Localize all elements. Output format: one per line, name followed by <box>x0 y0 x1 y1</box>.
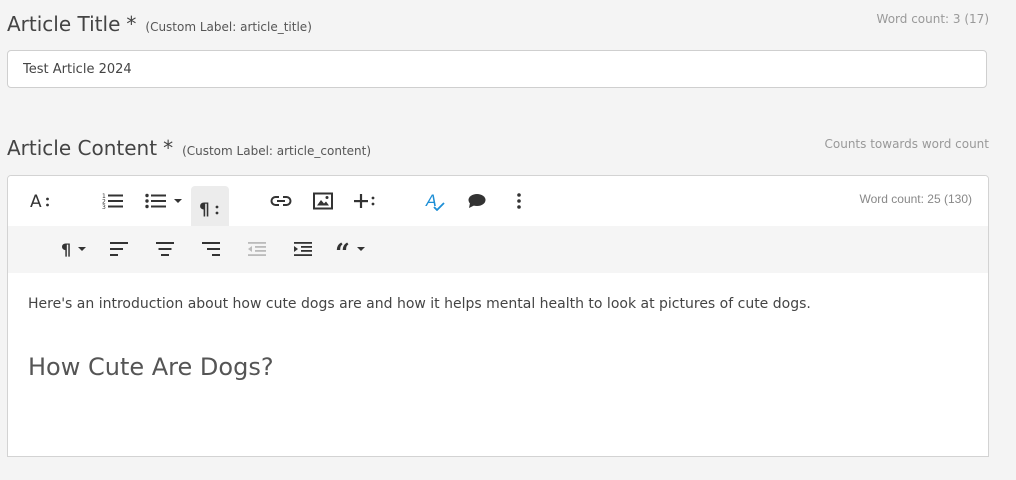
indent-button[interactable] <box>288 230 318 268</box>
quote-icon: “ <box>335 240 365 258</box>
paragraph-style-icon: ¶ <box>61 240 86 258</box>
article-title-label: Article Title <box>7 12 121 36</box>
more-vertical-icon <box>517 193 521 209</box>
insert-more-icon <box>354 194 375 208</box>
paragraph-format-icon: ¶ <box>199 200 219 218</box>
ordered-list-icon: 1 2 3 <box>102 193 123 210</box>
required-marker: * <box>126 12 137 36</box>
text-size-icon: A <box>30 192 49 211</box>
custom-label: (Custom Label: article_content) <box>182 144 372 158</box>
align-left-button[interactable] <box>104 230 134 268</box>
title-word-count: Word count: 3 (17) <box>876 12 989 26</box>
unordered-list-icon <box>145 193 182 209</box>
content-word-count: Word count: 25 (130) <box>859 192 972 206</box>
svg-text:A: A <box>30 192 42 211</box>
intro-paragraph[interactable]: Here's an introduction about how cute do… <box>28 296 811 312</box>
image-button[interactable] <box>306 182 340 220</box>
article-content-label: Article Content <box>7 136 158 160</box>
article-title-header: Article Title * (Custom Label: article_t… <box>7 12 312 36</box>
editor-toolbar-secondary: ¶ “ <box>8 226 988 273</box>
editor-toolbar-main: A 1 2 3 ¶ A Word count: 25 (130) <box>8 176 988 230</box>
align-right-button[interactable] <box>196 230 226 268</box>
comment-icon <box>468 194 486 208</box>
required-marker: * <box>163 136 174 160</box>
quote-button[interactable]: “ <box>332 230 370 268</box>
article-title-input[interactable] <box>7 50 987 88</box>
paragraph-format-button[interactable]: ¶ <box>191 186 229 230</box>
more-options-button[interactable] <box>504 182 534 220</box>
rich-text-editor: A 1 2 3 ¶ A Word count: 25 (130) ¶ “ Her… <box>7 175 989 457</box>
align-right-icon <box>202 242 220 256</box>
align-center-icon <box>156 242 174 256</box>
spellcheck-button[interactable]: A <box>418 182 452 220</box>
svg-text:¶: ¶ <box>61 240 71 258</box>
link-icon <box>270 196 292 206</box>
link-button[interactable] <box>264 182 298 220</box>
svg-text:¶: ¶ <box>199 200 210 218</box>
indent-icon <box>294 242 312 256</box>
custom-label: (Custom Label: article_title) <box>145 20 312 34</box>
outdent-button[interactable] <box>242 230 272 268</box>
unordered-list-button[interactable] <box>140 182 188 220</box>
insert-more-button[interactable] <box>348 182 382 220</box>
comment-button[interactable] <box>460 182 494 220</box>
text-size-button[interactable]: A <box>24 182 58 220</box>
align-center-button[interactable] <box>150 230 180 268</box>
page: Article Title * (Custom Label: article_t… <box>0 0 1016 480</box>
article-content-header: Article Content * (Custom Label: article… <box>7 136 371 160</box>
ordered-list-button[interactable]: 1 2 3 <box>96 182 130 220</box>
counts-towards-note: Counts towards word count <box>824 137 990 151</box>
align-left-icon <box>110 242 128 256</box>
svg-text:3: 3 <box>102 204 106 210</box>
paragraph-style-button[interactable]: ¶ <box>56 230 94 268</box>
svg-text:“: “ <box>335 240 350 258</box>
outdent-icon <box>248 242 266 256</box>
content-heading[interactable]: How Cute Are Dogs? <box>28 353 274 381</box>
spellcheck-icon: A <box>425 191 445 211</box>
image-icon <box>313 192 333 210</box>
